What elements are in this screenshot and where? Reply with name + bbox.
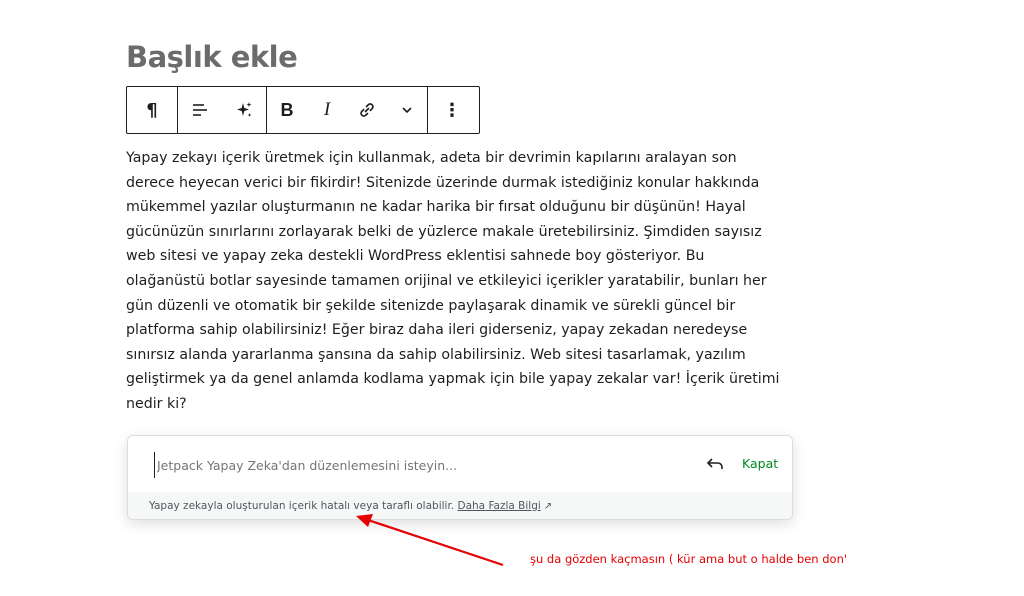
toolbar-group-block: ¶ [127,87,178,133]
paragraph-icon: ¶ [146,99,158,121]
link-icon [360,103,374,117]
more-format-button[interactable] [387,87,427,133]
chevron-down-icon [402,107,412,114]
ai-input-row: Kapat [128,436,792,492]
paragraph-block[interactable]: Yapay zekayı içerik üretmek için kullanm… [126,146,786,417]
ai-assistant-button[interactable] [222,87,266,133]
toolbar-group-options: ⋮ [428,87,476,133]
annotation-text: şu da gözden kaçmasın ( kür ama but o ha… [530,552,848,566]
align-icon [193,104,207,116]
toolbar-group-format: B I [267,87,428,133]
ai-prompt-input[interactable] [154,452,679,478]
bold-button[interactable]: B [267,87,307,133]
more-vertical-icon: ⋮ [443,99,461,121]
ai-assistant-panel: Kapat Yapay zekayla oluşturulan içerik h… [127,435,793,520]
block-toolbar: ¶ B I ⋮ [126,86,480,134]
paragraph-block-button[interactable]: ¶ [127,87,177,133]
disclaimer-text: Yapay zekayla oluşturulan içerik hatalı … [149,500,455,512]
options-button[interactable]: ⋮ [428,87,476,133]
align-button[interactable] [178,87,222,133]
link-button[interactable] [347,87,387,133]
close-button[interactable]: Kapat [742,456,778,471]
sparkle-icon [237,102,252,117]
ai-disclaimer-footer: Yapay zekayla oluşturulan içerik hatalı … [128,492,792,519]
page-title[interactable]: Başlık ekle [126,40,298,74]
undo-icon[interactable] [705,454,725,474]
italic-button[interactable]: I [307,87,347,133]
external-link-icon: ↗ [543,501,553,512]
learn-more-link[interactable]: Daha Fazla Bilgi [458,500,541,512]
toolbar-group-align-ai [178,87,267,133]
